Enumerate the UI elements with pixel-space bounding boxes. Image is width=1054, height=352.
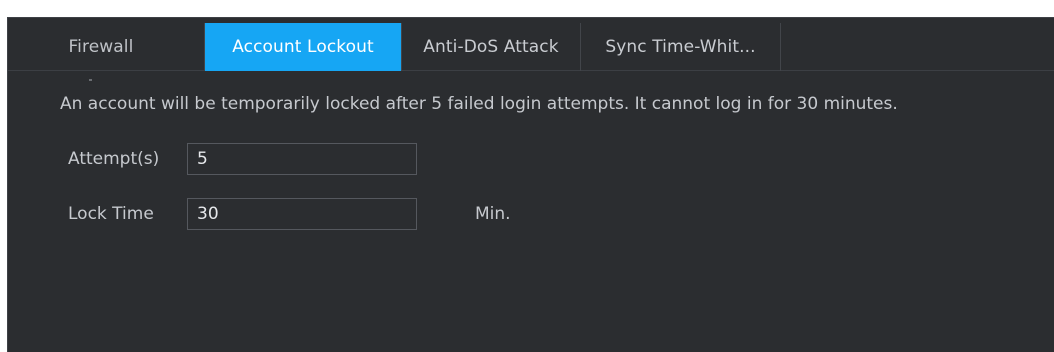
lockout-notice-text: An account will be temporarily locked af… — [60, 94, 898, 114]
settings-panel: Firewall Account Lockout Anti-DoS Attack… — [7, 17, 1054, 352]
tab-sync-time-whitelist[interactable]: Sync Time-Whit... — [581, 23, 781, 71]
tab-firewall[interactable]: Firewall — [8, 23, 205, 71]
tab-anti-dos-attack[interactable]: Anti-DoS Attack — [401, 23, 581, 71]
lock-time-unit: Min. — [475, 204, 511, 224]
tab-account-lockout-label: Account Lockout — [232, 37, 374, 57]
tab-scroll-indicator — [89, 79, 92, 81]
tab-sync-time-whitelist-label: Sync Time-Whit... — [605, 37, 756, 57]
tab-bar: Firewall Account Lockout Anti-DoS Attack… — [8, 18, 1054, 71]
lock-time-label: Lock Time — [68, 204, 154, 224]
attempts-label: Attempt(s) — [68, 149, 160, 169]
tab-firewall-label: Firewall — [68, 37, 134, 57]
tab-anti-dos-attack-label: Anti-DoS Attack — [423, 37, 559, 57]
tab-account-lockout[interactable]: Account Lockout — [205, 23, 401, 71]
attempts-input[interactable] — [187, 143, 417, 175]
lock-time-input[interactable] — [187, 198, 417, 230]
